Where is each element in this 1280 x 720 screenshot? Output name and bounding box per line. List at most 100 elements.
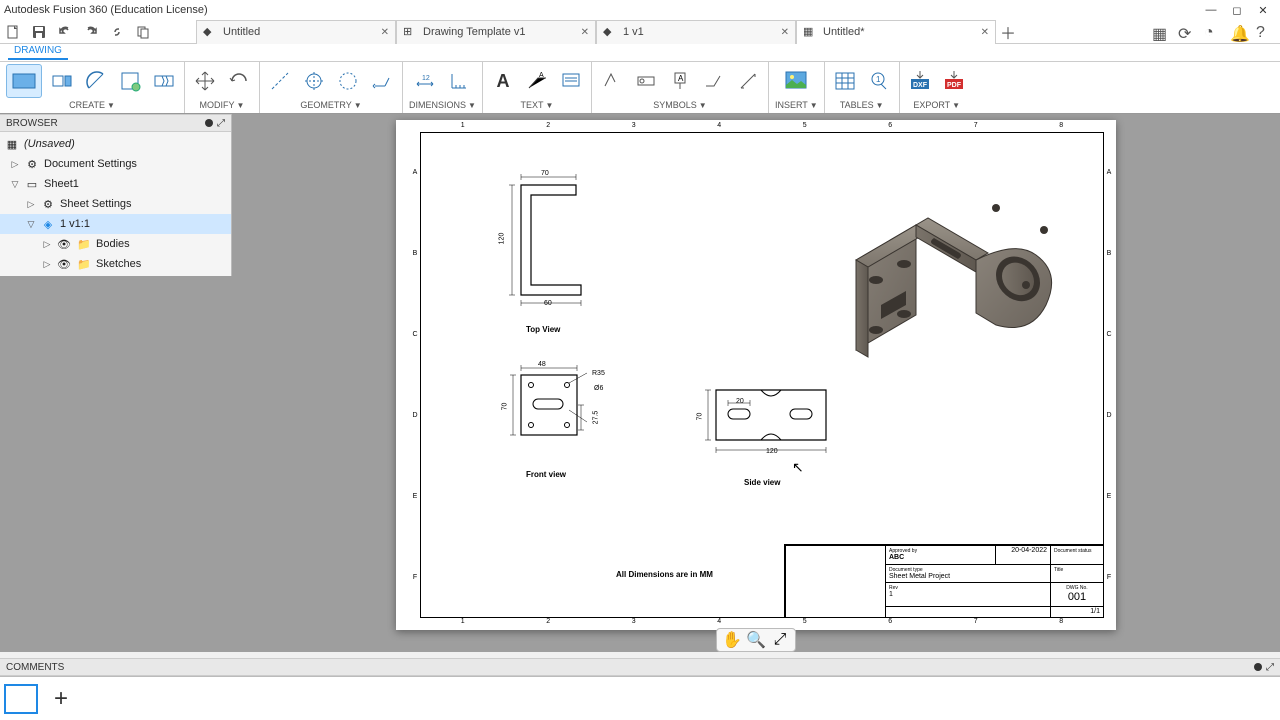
break-view-button[interactable] [150, 67, 178, 95]
eye-icon[interactable]: 👁 [56, 236, 72, 252]
image-button[interactable] [782, 67, 810, 95]
close-icon[interactable]: ✕ [581, 27, 589, 38]
centermark-pattern-button[interactable] [334, 67, 362, 95]
export-pdf-button[interactable]: PDF [940, 67, 968, 95]
drawing-icon: ▦ [4, 136, 20, 152]
centerline-button[interactable] [266, 67, 294, 95]
tree-sketches[interactable]: ▷👁📁Sketches [0, 254, 231, 274]
close-button[interactable]: ✕ [1250, 4, 1276, 17]
copy-button[interactable] [130, 20, 156, 44]
base-view-button[interactable] [6, 64, 42, 98]
add-sheet-button[interactable]: + [46, 685, 76, 713]
text-button[interactable]: A [489, 67, 517, 95]
svg-text:PDF: PDF [947, 82, 962, 89]
tree-sheet-settings[interactable]: ▷⚙Sheet Settings [0, 194, 231, 214]
close-icon[interactable]: ✕ [781, 27, 789, 38]
group-symbols: A SYMBOLS▼ [592, 62, 769, 113]
notification-icon[interactable]: 🔔 [1230, 24, 1246, 40]
refresh-icon[interactable]: ⟳ [1178, 24, 1194, 40]
dimension-button[interactable]: 12 [411, 67, 439, 95]
isometric-view[interactable] [826, 130, 1086, 370]
front-view[interactable] [491, 355, 631, 465]
section-view-button[interactable] [82, 67, 110, 95]
sheet-tabs: + [0, 676, 1280, 720]
extensions-icon[interactable]: ▦ [1152, 24, 1168, 40]
dim-120: 120 [498, 233, 505, 245]
datum-id-button[interactable]: A [666, 67, 694, 95]
view-nav-bar: ✋ 🔍 ⤢ [716, 628, 796, 652]
bend-button[interactable] [734, 67, 762, 95]
tab-untitled[interactable]: ◆Untitled✕ [196, 20, 396, 44]
app-title: Autodesk Fusion 360 (Education License) [4, 4, 208, 16]
zoom-fit-button[interactable]: ⤢ [771, 631, 789, 649]
undo-button[interactable] [52, 20, 78, 44]
detail-view-button[interactable] [116, 67, 144, 95]
fusion-icon: ◆ [203, 25, 217, 39]
weld-button[interactable] [700, 67, 728, 95]
zoom-window-button[interactable]: 🔍 [747, 631, 765, 649]
minimize-button[interactable]: — [1198, 4, 1224, 16]
ribbon: CREATE▼ MODIFY▼ GEOMETRY▼ 12 DIMENSIONS▼… [0, 62, 1280, 114]
svg-text:12: 12 [422, 75, 430, 82]
tree-doc-settings[interactable]: ▷⚙Document Settings [0, 154, 231, 174]
dim-48: 48 [538, 361, 546, 368]
move-button[interactable] [191, 67, 219, 95]
new-tab-button[interactable]: ＋ [996, 20, 1020, 44]
tree-sheet1[interactable]: ▽▭Sheet1 [0, 174, 231, 194]
close-icon[interactable]: ✕ [981, 27, 989, 38]
feature-control-button[interactable] [632, 67, 660, 95]
projected-view-button[interactable] [48, 67, 76, 95]
ribbon-tab-drawing[interactable]: DRAWING [8, 45, 68, 60]
drawing-sheet[interactable]: 12345678 12345678 ABCDEF ABCDEF 70 120 6… [396, 120, 1116, 630]
note-button[interactable] [557, 67, 585, 95]
gear-icon: ⚙ [40, 196, 56, 212]
rotate-button[interactable] [225, 67, 253, 95]
surface-texture-button[interactable] [598, 67, 626, 95]
table-button[interactable] [831, 67, 859, 95]
browser-panel: BROWSER⤢ ▦(Unsaved) ▷⚙Document Settings … [0, 114, 232, 276]
comments-header[interactable]: COMMENTS⤢ [0, 658, 1280, 676]
workspace: BROWSER⤢ ▦(Unsaved) ▷⚙Document Settings … [0, 114, 1280, 652]
maximize-button[interactable]: ◻ [1224, 4, 1250, 17]
tree-bodies[interactable]: ▷👁📁Bodies [0, 234, 231, 254]
file-menu[interactable] [0, 20, 26, 44]
help-icon[interactable]: ? [1256, 24, 1272, 40]
tab-1v1[interactable]: ◆1 v1✕ [596, 20, 796, 44]
link-button[interactable] [104, 20, 130, 44]
leader-button[interactable]: A [523, 67, 551, 95]
view-icon: ◈ [40, 216, 56, 232]
dim-275: 27.5 [592, 411, 599, 425]
browser-header[interactable]: BROWSER⤢ [0, 114, 231, 132]
top-view-label: Top View [526, 325, 560, 334]
title-block[interactable]: Approved byABC 20-04-2022 Document statu… [784, 544, 1104, 618]
svg-text:A: A [678, 74, 684, 83]
sheet-icon: ▭ [24, 176, 40, 192]
pan-button[interactable]: ✋ [723, 631, 741, 649]
dim-70: 70 [501, 403, 508, 411]
redo-button[interactable] [78, 20, 104, 44]
dim-r35: R35 [592, 370, 605, 377]
save-button[interactable] [26, 20, 52, 44]
ordinate-button[interactable] [445, 67, 473, 95]
centermark-button[interactable] [300, 67, 328, 95]
drawing-canvas[interactable]: 12345678 12345678 ABCDEF ABCDEF 70 120 6… [232, 114, 1280, 652]
clock-icon[interactable]: ◔ [1204, 24, 1220, 40]
front-view-label: Front view [526, 470, 566, 479]
tree-root[interactable]: ▦(Unsaved) [0, 134, 231, 154]
tab-template[interactable]: ⊞Drawing Template v1✕ [396, 20, 596, 44]
eye-icon[interactable]: 👁 [56, 256, 72, 272]
group-tables: 1 TABLES▼ [825, 62, 900, 113]
svg-text:1: 1 [876, 75, 881, 84]
edge-extension-button[interactable] [368, 67, 396, 95]
tab-untitled-star[interactable]: ▦Untitled*✕ [796, 20, 996, 44]
sheet-thumbnail-1[interactable] [4, 684, 38, 714]
tree-view[interactable]: ▽◈1 v1:1 [0, 214, 231, 234]
svg-text:DXF: DXF [913, 82, 928, 89]
gear-icon: ⚙ [24, 156, 40, 172]
balloon-button[interactable]: 1 [865, 67, 893, 95]
side-view[interactable] [686, 375, 866, 485]
export-dxf-button[interactable]: DXF [906, 67, 934, 95]
title-bar: Autodesk Fusion 360 (Education License) … [0, 0, 1280, 20]
dim-120s: 120 [766, 448, 778, 455]
close-icon[interactable]: ✕ [381, 27, 389, 38]
